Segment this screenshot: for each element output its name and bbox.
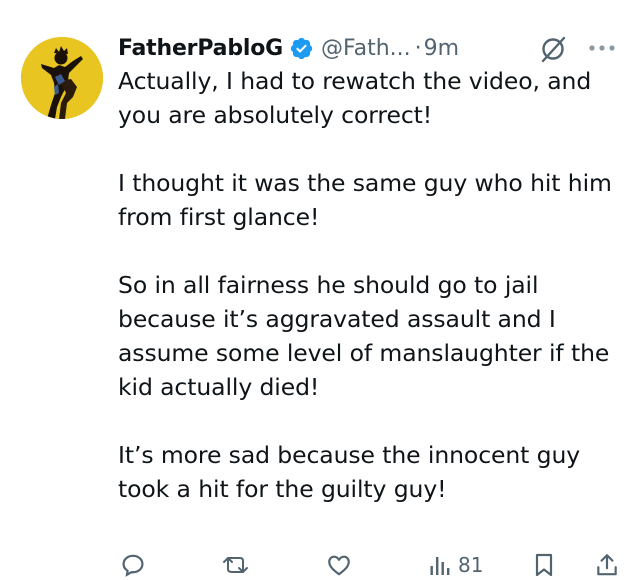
timestamp[interactable]: 9m (424, 36, 459, 61)
action-bar: 81 (0, 548, 640, 580)
share-icon (597, 554, 617, 576)
like-button[interactable] (326, 552, 352, 578)
bookmark-icon (535, 553, 553, 577)
tweet-paragraph: Actually, I had to rewatch the video, an… (118, 67, 592, 129)
reply-button[interactable] (120, 552, 146, 578)
tweet-paragraph: So in all fairness he should go to jail … (118, 271, 610, 401)
header-separator: · (414, 35, 422, 61)
bookmark-button[interactable] (532, 552, 556, 578)
user-handle[interactable]: @Fath... (321, 36, 411, 61)
verified-badge-icon (289, 36, 314, 61)
views-count: 81 (458, 553, 484, 577)
share-button[interactable] (594, 552, 620, 578)
views-icon (430, 557, 450, 575)
more-options-icon[interactable] (585, 36, 619, 60)
avatar-image (21, 37, 103, 119)
tweet-text: Actually, I had to rewatch the video, an… (118, 64, 618, 506)
like-icon (328, 555, 350, 576)
tweet[interactable]: FatherPabloG @Fath... · 9m Actually, I h… (0, 0, 640, 580)
avatar[interactable] (21, 37, 103, 119)
reply-icon (122, 554, 144, 577)
grok-icon[interactable] (538, 34, 568, 64)
tweet-paragraph: It’s more sad because the innocent guy t… (118, 441, 581, 503)
retweet-button[interactable] (222, 552, 250, 578)
tweet-paragraph: I thought it was the same guy who hit hi… (118, 169, 612, 231)
display-name[interactable]: FatherPabloG (118, 36, 283, 61)
views-button[interactable]: 81 (428, 552, 483, 578)
retweet-icon (223, 557, 248, 573)
